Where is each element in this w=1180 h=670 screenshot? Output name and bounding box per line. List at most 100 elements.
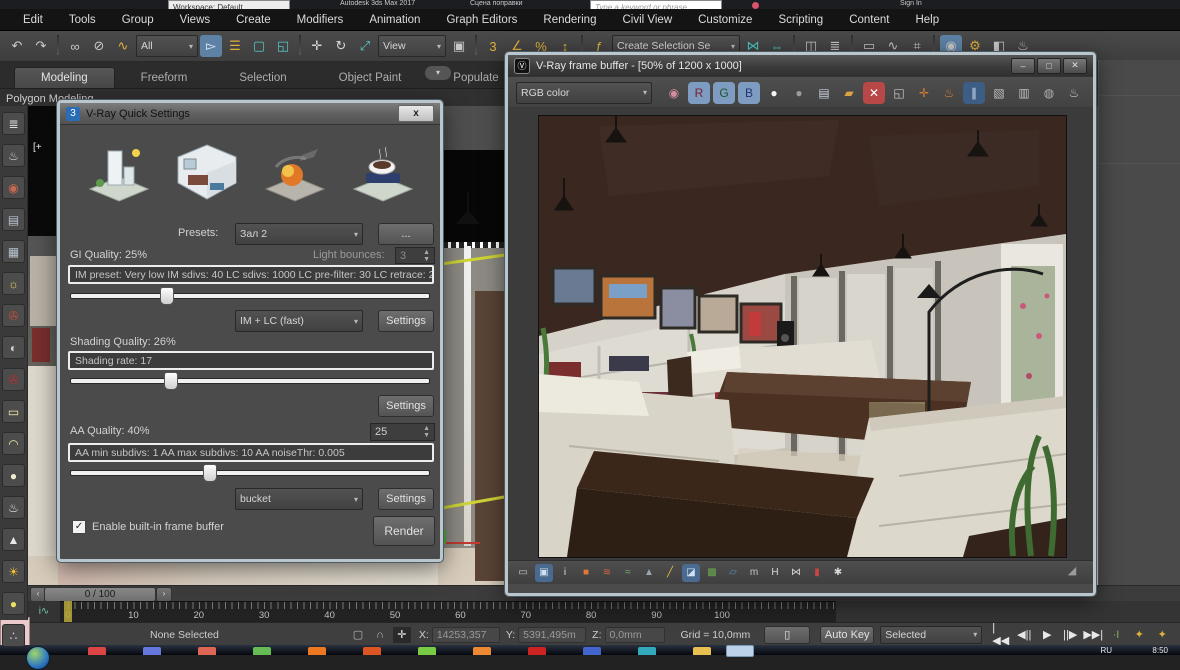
ribbon-tab[interactable]: Freeform [115, 68, 214, 88]
vray-list-icon[interactable]: ▤ [2, 208, 25, 231]
lut-icon[interactable]: ▩ [703, 564, 721, 582]
menu-item[interactable]: Scripting [765, 14, 836, 26]
compare-horizontal-icon[interactable]: ▧ [988, 82, 1010, 104]
track-bar[interactable]: 0102030405060708090100 [60, 601, 836, 623]
ribbon-tab[interactable]: Selection [213, 68, 312, 88]
go-to-start-icon[interactable]: |◀◀ [992, 627, 1010, 643]
select-and-link-icon[interactable]: ∞ [64, 35, 86, 57]
set-key-mode-dropdown[interactable]: Selected▾ [880, 626, 982, 644]
info-icon[interactable]: i [556, 564, 574, 582]
select-and-move-icon[interactable]: ✛ [306, 35, 328, 57]
light-bounces-spinner[interactable]: 3▲▼ [395, 247, 435, 264]
vray-sun-icon[interactable]: ☀ [2, 560, 25, 583]
vray-sphere-light-icon[interactable]: ● [2, 464, 25, 487]
app-1-icon[interactable] [88, 647, 106, 655]
levels-icon[interactable]: ≈ [619, 564, 637, 582]
stamp-icon[interactable]: ◍ [1038, 82, 1060, 104]
app-3-icon[interactable] [198, 647, 216, 655]
clear-image-icon[interactable]: ✕ [863, 82, 885, 104]
presets-dropdown[interactable]: Зал 2▾ [235, 223, 363, 245]
histogram-icon[interactable]: ▲ [640, 564, 658, 582]
rendered-image[interactable] [538, 115, 1067, 558]
menu-item[interactable]: Modifiers [284, 14, 357, 26]
next-frame-button[interactable]: › [156, 587, 172, 602]
ribbon-tab[interactable]: Object Paint [313, 68, 428, 88]
taskbar-3dsmax-active[interactable] [726, 645, 754, 657]
snaps-toggle-icon[interactable]: 3 [482, 35, 504, 57]
reference-coordinate-dropdown[interactable]: View▾ [378, 35, 446, 57]
app-7-icon[interactable] [418, 647, 436, 655]
aa-spinner[interactable]: 25▲▼ [370, 423, 435, 441]
select-object-icon[interactable]: ▻ [200, 35, 222, 57]
auto-key-button[interactable]: Auto Key [820, 626, 874, 644]
vfb-resize-grip[interactable]: ◢ [1064, 564, 1080, 580]
alpha-channel-icon[interactable]: ● [788, 82, 810, 104]
gi-settings-button[interactable]: Settings [378, 310, 434, 332]
exterior-preset-icon[interactable] [86, 139, 152, 205]
aa-quality-slider[interactable] [70, 464, 430, 480]
next-frame-icon[interactable]: ||▶ [1061, 627, 1079, 643]
duplicate-to-host-frame-buffer-icon[interactable]: ◱ [888, 82, 910, 104]
x-coordinate-field[interactable]: 14253,357 [432, 627, 500, 643]
vray-grid-icon[interactable]: ▦ [2, 240, 25, 263]
render-last-icon[interactable]: ♨ [1063, 82, 1085, 104]
app-11-icon[interactable] [638, 647, 656, 655]
viewport-label[interactable]: [+ [33, 142, 42, 153]
show-color-channels-icon[interactable]: ◉ [663, 82, 685, 104]
menu-item[interactable]: Content [836, 14, 902, 26]
interior-preset-icon[interactable] [174, 139, 240, 205]
icc-icon[interactable]: m [745, 564, 763, 582]
vray-sphere-icon[interactable]: ◐ [2, 336, 25, 359]
shading-settings-button[interactable]: Settings [378, 395, 434, 417]
rectangular-selection-region-icon[interactable]: ▢ [248, 35, 270, 57]
vray-stereo-camera-icon[interactable]: ✇ [2, 368, 25, 391]
unlink-selection-icon[interactable]: ⊘ [88, 35, 110, 57]
sampler-settings-button[interactable]: Settings [378, 488, 434, 510]
time-configuration-icon[interactable]: ✦ [1130, 627, 1148, 643]
menu-item[interactable]: Tools [56, 14, 109, 26]
app-9-icon[interactable] [528, 647, 546, 655]
bind-to-space-warp-icon[interactable]: ∿ [112, 35, 134, 57]
app-folder-icon[interactable] [693, 647, 711, 655]
ribbon-tab[interactable]: Modeling [14, 67, 115, 88]
white-balance-icon[interactable]: ◪ [682, 564, 700, 582]
menu-item[interactable]: Group [109, 14, 167, 26]
shading-quality-slider[interactable] [70, 372, 430, 388]
vray-plane-light-icon[interactable]: ▭ [2, 400, 25, 423]
region-render-icon[interactable]: ♨ [938, 82, 960, 104]
vray-ies-light-icon[interactable]: ▲ [2, 528, 25, 551]
go-to-end-icon[interactable]: ▶▶| [1084, 627, 1102, 643]
studio-preset-icon[interactable] [350, 139, 416, 205]
monochromatic-channel-icon[interactable]: ● [763, 82, 785, 104]
load-image-icon[interactable]: ▰ [838, 82, 860, 104]
color-corrections-icon[interactable]: ≋ [598, 564, 616, 582]
exposure-icon[interactable]: ⋈ [787, 564, 805, 582]
vfb-minimize-button[interactable]: – [1011, 58, 1035, 74]
play-icon[interactable]: ▶ [1038, 627, 1056, 643]
vray-camera-icon[interactable]: ✇ [2, 304, 25, 327]
vfb-maximize-button[interactable]: □ [1037, 58, 1061, 74]
z-coordinate-field[interactable]: 0,0mm [605, 627, 665, 643]
time-slider[interactable]: 0 / 100 [44, 587, 156, 602]
key-mode-toggle-icon[interactable]: ∙I [1107, 627, 1125, 643]
selection-filter-dropdown[interactable]: All▾ [136, 35, 198, 57]
start-button[interactable] [26, 646, 50, 670]
isolate-selection-icon[interactable]: ▢ [349, 627, 367, 643]
ribbon-overflow-button[interactable]: ▾ [425, 66, 451, 80]
selection-lock-icon[interactable]: ∩ [371, 627, 389, 643]
stereo-icon[interactable]: ✱ [829, 564, 847, 582]
menu-item[interactable]: Help [902, 14, 952, 26]
compare-vertical-icon[interactable]: ▥ [1013, 82, 1035, 104]
render-button[interactable]: Render [373, 516, 435, 546]
app-10-icon[interactable] [583, 647, 601, 655]
menu-item[interactable]: Views [167, 14, 223, 26]
monitor-icon[interactable]: ▭ [514, 564, 532, 582]
app-2-icon[interactable] [143, 647, 161, 655]
preset-more-button[interactable]: ... [378, 223, 434, 245]
gi-engine-dropdown[interactable]: IM + LC (fast)▾ [235, 310, 363, 332]
vray-scatter-icon[interactable]: ∴ [2, 624, 25, 647]
time-cursor[interactable] [64, 601, 72, 622]
app-5-icon[interactable] [308, 647, 326, 655]
dialog-title-bar[interactable]: 3 V-Ray Quick Settings x [60, 103, 440, 125]
vray-lightmeter-icon[interactable]: ☼ [2, 272, 25, 295]
